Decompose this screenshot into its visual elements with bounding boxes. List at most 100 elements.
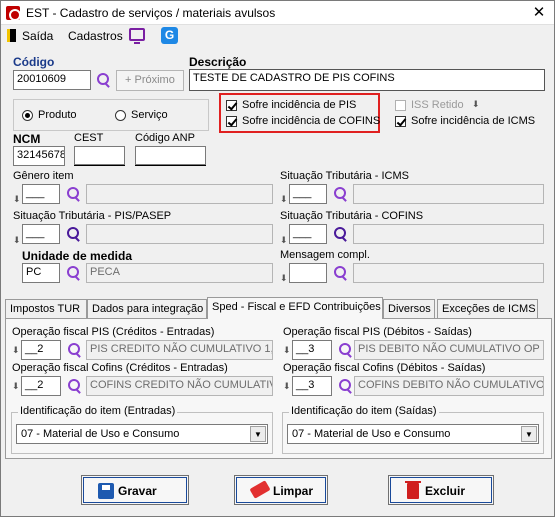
genero-item-code[interactable]: ___: [22, 184, 60, 204]
op-cofins-entradas-search-icon[interactable]: [67, 379, 81, 393]
monitor-icon[interactable]: [129, 28, 145, 44]
st-pis-search-icon[interactable]: [66, 227, 80, 241]
st-cofins-code[interactable]: ___: [289, 224, 327, 244]
sped-tab-panel: Operação fiscal PIS (Créditos - Entradas…: [5, 318, 552, 459]
mensagem-label: Mensagem compl.: [280, 249, 370, 261]
id-saidas-value: 07 - Material de Uso e Consumo: [292, 428, 451, 440]
close-window-button[interactable]: ✕: [530, 4, 548, 22]
eraser-icon: [249, 480, 271, 499]
codigo-field[interactable]: 20010609: [13, 70, 91, 90]
gravar-button[interactable]: Gravar: [81, 475, 189, 505]
window-title: EST - Cadastro de serviços / materiais a…: [26, 6, 276, 20]
st-cofins-search-icon[interactable]: [333, 227, 347, 241]
main-window: EST - Cadastro de serviços / materiais a…: [0, 0, 555, 517]
op-cofins-entradas-code[interactable]: __2: [21, 376, 61, 396]
st-cofins-label: Situação Tributária - COFINS: [280, 210, 424, 222]
cofins-check-label: Sofre incidência de COFINS: [242, 115, 381, 127]
op-pis-saidas-code[interactable]: __3: [292, 340, 332, 360]
tab-dados-integracao[interactable]: Dados para integração: [87, 299, 207, 318]
produto-radio[interactable]: [22, 110, 33, 121]
op-cofins-entradas-desc: COFINS CREDITO NÃO CUMULATIVO: [86, 376, 273, 396]
descricao-label: Descrição: [189, 55, 247, 69]
cest-field[interactable]: [74, 146, 125, 166]
menu-bar: Saída Cadastros G: [1, 26, 554, 46]
op-pis-entradas-code[interactable]: __2: [21, 340, 61, 360]
st-pis-arrow-icon: ⬇: [13, 235, 21, 245]
mensagem-code[interactable]: [289, 263, 327, 283]
id-entradas-dropdown-icon[interactable]: ▼: [250, 426, 266, 442]
ncm-field[interactable]: 32145678: [13, 146, 65, 166]
st-icms-search-icon[interactable]: [333, 187, 347, 201]
proximo-button[interactable]: + Próximo: [116, 70, 184, 91]
st-pis-code[interactable]: ___: [22, 224, 60, 244]
tab-strip: Impostos TUR Dados para integração Sped …: [5, 297, 552, 319]
descricao-field[interactable]: TESTE DE CADASTRO DE PIS COFINS: [189, 69, 545, 91]
st-icms-code[interactable]: ___: [289, 184, 327, 204]
excluir-button[interactable]: Excluir: [388, 475, 494, 505]
genero-item-desc: [86, 184, 273, 204]
servico-label: Serviço: [131, 109, 168, 121]
genero-item-label: Gênero item: [13, 170, 74, 182]
menu-cadastros[interactable]: Cadastros: [68, 29, 123, 43]
id-entradas-group: Identificação do item (Entradas) 07 - Ma…: [11, 405, 273, 454]
id-saidas-select[interactable]: 07 - Material de Uso e Consumo ▼: [287, 424, 539, 444]
tab-sped-fiscal[interactable]: Sped - Fiscal e EFD Contribuições: [207, 297, 383, 319]
servico-radio[interactable]: [115, 110, 126, 121]
id-saidas-dropdown-icon[interactable]: ▼: [521, 426, 537, 442]
op-pis-saidas-search-icon[interactable]: [338, 343, 352, 357]
excluir-button-label: Excluir: [425, 484, 466, 498]
id-entradas-select[interactable]: 07 - Material de Uso e Consumo ▼: [16, 424, 268, 444]
st-pis-label: Situação Tributária - PIS/PASEP: [13, 210, 172, 222]
op-pis-saidas-label: Operação fiscal PIS (Débitos - Saídas): [283, 326, 472, 338]
unidade-code[interactable]: PC: [22, 263, 60, 283]
unidade-desc: PECA: [86, 263, 273, 283]
op-cofins-entradas-label: Operação fiscal Cofins (Créditos - Entra…: [12, 362, 228, 374]
mensagem-arrow-icon: ⬇: [280, 273, 288, 283]
mensagem-desc: [353, 263, 544, 283]
ncm-label: NCM: [13, 132, 41, 146]
trash-icon: [405, 481, 421, 499]
tab-diversos[interactable]: Diversos: [383, 299, 435, 318]
id-saidas-group: Identificação do item (Saídas) 07 - Mate…: [282, 405, 544, 454]
pis-checkbox[interactable]: [226, 100, 237, 111]
tab-impostos-tur[interactable]: Impostos TUR: [5, 299, 87, 318]
op-pis-saidas-desc: PIS DEBITO NÃO CUMULATIVO OP N: [354, 340, 544, 360]
mensagem-search-icon[interactable]: [333, 266, 347, 280]
codigo-label: Código: [13, 55, 55, 69]
op-pis-entradas-arrow-icon: ⬇: [12, 345, 20, 355]
floppy-disk-icon: [98, 483, 114, 499]
icms-check-label: Sofre incidência de ICMS: [411, 115, 536, 127]
op-cofins-saidas-arrow-icon: ⬇: [283, 381, 291, 391]
st-pis-desc: [86, 224, 273, 244]
op-cofins-saidas-code[interactable]: __3: [292, 376, 332, 396]
genero-arrow-icon: ⬇: [13, 194, 21, 204]
st-cofins-desc: [353, 224, 544, 244]
op-cofins-entradas-arrow-icon: ⬇: [12, 381, 20, 391]
iss-retido-label: ISS Retido: [411, 99, 464, 111]
iss-info-arrow-icon: ⬇: [472, 99, 480, 109]
id-entradas-value: 07 - Material de Uso e Consumo: [21, 428, 180, 440]
genero-item-search-icon[interactable]: [66, 187, 80, 201]
op-cofins-saidas-search-icon[interactable]: [338, 379, 352, 393]
op-pis-entradas-label: Operação fiscal PIS (Créditos - Entradas…: [12, 326, 215, 338]
op-pis-saidas-arrow-icon: ⬇: [283, 345, 291, 355]
codigo-anp-label: Código ANP: [135, 132, 195, 144]
id-entradas-legend: Identificação do item (Entradas): [18, 405, 178, 417]
menu-saida[interactable]: Saída: [22, 29, 53, 43]
title-bar: EST - Cadastro de serviços / materiais a…: [1, 1, 554, 25]
codigo-anp-field[interactable]: [135, 146, 206, 166]
id-saidas-legend: Identificação do item (Saídas): [289, 405, 439, 417]
codigo-search-icon[interactable]: [96, 73, 110, 87]
iss-retido-checkbox[interactable]: [395, 100, 406, 111]
app-logo-icon: [6, 6, 21, 21]
tab-excecoes-icms[interactable]: Exceções de ICMS: [437, 299, 538, 318]
limpar-button[interactable]: Limpar: [234, 475, 328, 505]
cofins-checkbox[interactable]: [226, 116, 237, 127]
icms-checkbox[interactable]: [395, 116, 406, 127]
op-pis-entradas-search-icon[interactable]: [67, 343, 81, 357]
g-app-icon[interactable]: G: [161, 27, 178, 44]
st-cofins-arrow-icon: ⬇: [280, 235, 288, 245]
limpar-button-label: Limpar: [273, 484, 314, 498]
unidade-search-icon[interactable]: [66, 266, 80, 280]
op-pis-entradas-desc: PIS CREDITO NÃO CUMULATIVO 1,6: [86, 340, 273, 360]
